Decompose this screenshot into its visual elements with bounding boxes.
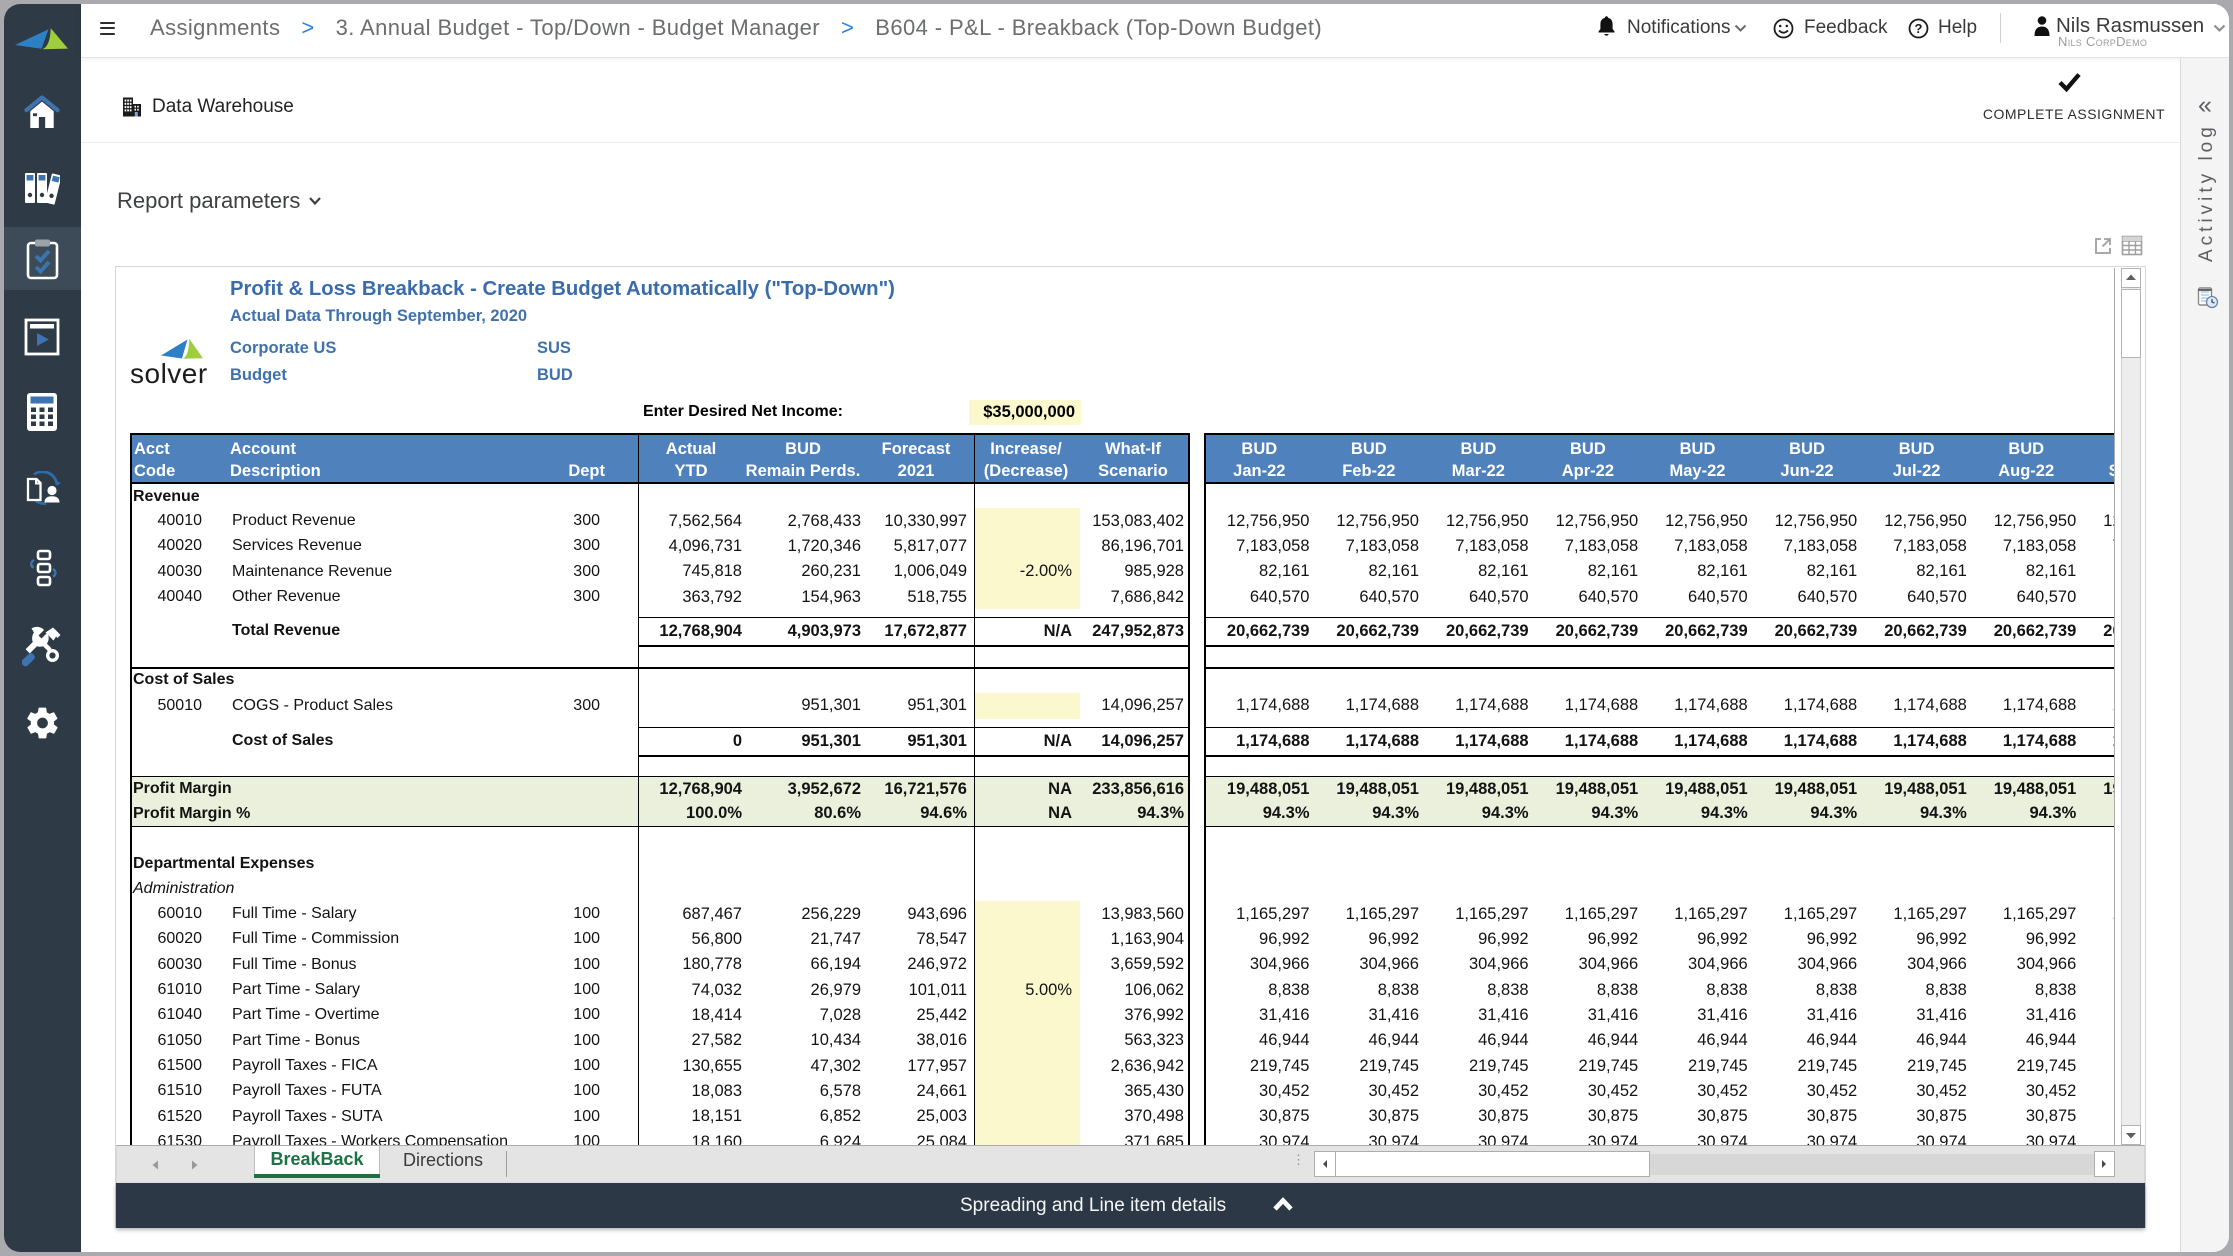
svg-text:?: ?: [1915, 21, 1923, 36]
